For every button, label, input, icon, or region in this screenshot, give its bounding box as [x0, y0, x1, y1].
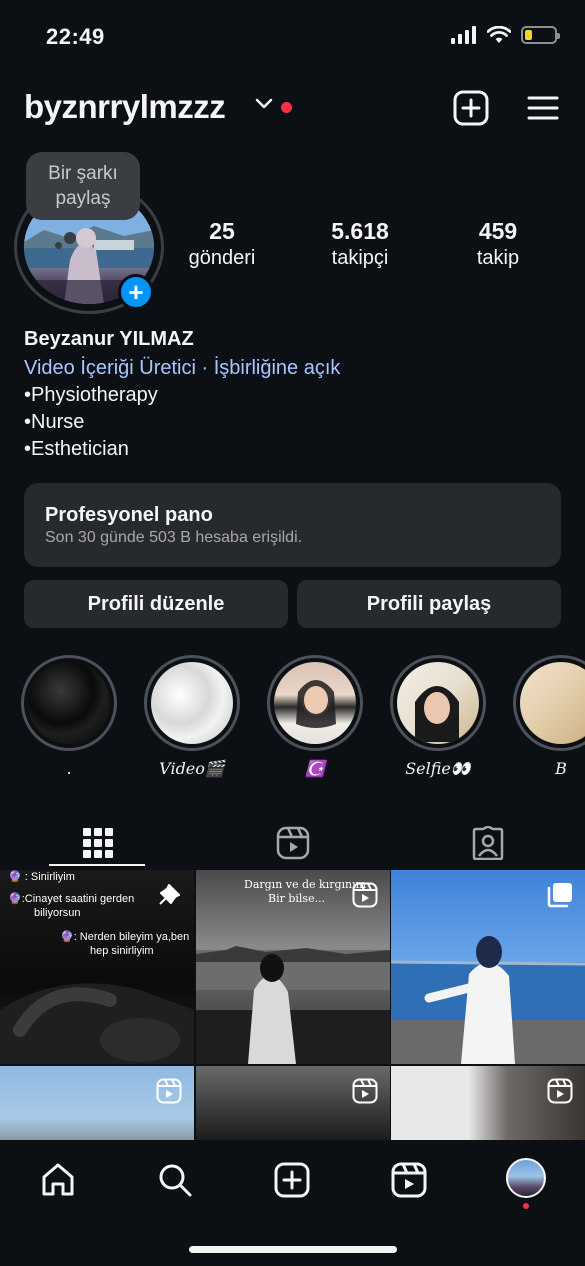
- add-story-button[interactable]: +: [118, 274, 154, 310]
- stat-posts-value: 25: [209, 218, 235, 244]
- stat-posts[interactable]: 25 gönderi: [162, 218, 282, 270]
- menu-button[interactable]: [523, 88, 563, 128]
- battery-level: [525, 30, 532, 40]
- highlight-cover: [397, 662, 479, 744]
- create-icon: [274, 1162, 310, 1198]
- reels-icon: [276, 826, 309, 860]
- post-thumbnail[interactable]: 🔮 : Sinirliyim 🔮:Cinayet saatini gerden …: [0, 870, 194, 1064]
- highlight-label: Selfie👀: [405, 759, 471, 778]
- note-line-1: Bir şarkı: [48, 163, 118, 184]
- reels-icon: [352, 882, 378, 908]
- stat-following-value: 459: [478, 218, 518, 244]
- post-caption: biliyorsun: [34, 907, 81, 919]
- note-tail: [64, 232, 76, 244]
- tab-reels[interactable]: [195, 816, 390, 870]
- stat-followers[interactable]: 5.618 takipçi: [300, 218, 420, 270]
- share-profile-button[interactable]: Profili paylaş: [297, 580, 561, 628]
- reels-icon: [352, 1078, 378, 1104]
- bio-line: •Physiotherapy: [24, 384, 158, 406]
- notification-dot: [281, 102, 292, 113]
- highlight-label: B: [555, 759, 567, 778]
- create-button[interactable]: [451, 88, 491, 128]
- post-caption: Dargın ve de kırgınım: [244, 878, 367, 891]
- highlight-cover: [520, 662, 585, 744]
- notification-dot: [523, 1203, 529, 1209]
- tab-tagged[interactable]: [390, 816, 585, 870]
- battery-icon: [521, 26, 560, 44]
- nav-profile-avatar[interactable]: [506, 1158, 546, 1198]
- highlight-photo: [296, 680, 336, 728]
- stat-posts-label: gönderi: [188, 247, 256, 269]
- bio-line: •Nurse: [24, 411, 85, 433]
- carousel-icon: [547, 883, 572, 908]
- highlight-ring: [267, 655, 363, 751]
- highlight-cover: [151, 662, 233, 744]
- highlight-cover: [274, 662, 356, 744]
- signal-icon: [451, 26, 476, 44]
- grid-icon: [82, 828, 113, 858]
- post-thumbnail[interactable]: [196, 1066, 390, 1140]
- stat-following-label: takip: [476, 247, 520, 269]
- post-caption: 🔮:Cinayet saatini gerden: [8, 893, 135, 905]
- stat-following[interactable]: 459 takip: [438, 218, 558, 270]
- stat-followers-label: takipçi: [331, 247, 389, 269]
- nav-create[interactable]: [270, 1158, 314, 1202]
- wifi-icon: [487, 26, 511, 43]
- tab-grid[interactable]: [0, 816, 195, 870]
- note-line-2: paylaş: [55, 188, 111, 209]
- post-thumbnail[interactable]: Dargın ve de kırgınım Bir bilse...: [196, 870, 390, 1064]
- note-bubble[interactable]: Bir şarkı paylaş: [26, 152, 140, 220]
- post-caption: 🔮 : Sinirliyim: [8, 871, 75, 883]
- post-caption: Bir bilse...: [268, 892, 326, 905]
- chevron-down-icon[interactable]: [255, 98, 273, 110]
- post-caption: hep sinirliyim: [90, 945, 154, 957]
- highlight-item[interactable]: .: [21, 655, 117, 778]
- profile-username[interactable]: byznrrylmzzz: [24, 88, 226, 126]
- menu-icon: [527, 96, 559, 120]
- dashboard-title: Profesyonel pano: [45, 504, 213, 526]
- nav-search[interactable]: [153, 1158, 197, 1202]
- nav-reels[interactable]: [387, 1158, 431, 1202]
- reels-icon: [547, 1078, 573, 1104]
- post-thumbnail[interactable]: [0, 1066, 194, 1140]
- highlight-item[interactable]: Video🎬: [144, 655, 240, 778]
- create-icon: [453, 90, 489, 126]
- bio-line: •Esthetician: [24, 438, 129, 460]
- post-caption: 🔮: Nerden bileyim ya,ben: [60, 931, 190, 943]
- highlight-ring: [21, 655, 117, 751]
- highlight-item[interactable]: ☪️: [267, 655, 363, 778]
- tagged-icon: [472, 826, 503, 860]
- highlight-ring: [390, 655, 486, 751]
- dashboard-subtitle: Son 30 günde 503 B hesaba erişildi.: [45, 529, 303, 546]
- home-icon: [42, 1163, 74, 1196]
- nav-home[interactable]: [36, 1158, 80, 1202]
- profile-name: Beyzanur YILMAZ: [24, 328, 194, 350]
- highlight-label: Video🎬: [159, 759, 225, 778]
- post-thumbnail[interactable]: [391, 1066, 585, 1140]
- stat-followers-value: 5.618: [331, 218, 389, 244]
- post-thumbnail[interactable]: [391, 870, 585, 1064]
- reels-icon: [391, 1162, 427, 1198]
- highlight-item[interactable]: Selfie👀: [390, 655, 486, 778]
- highlight-cover: [28, 662, 110, 744]
- status-time: 22:49: [46, 24, 105, 49]
- edit-profile-button[interactable]: Profili düzenle: [24, 580, 288, 628]
- home-indicator[interactable]: [189, 1246, 397, 1253]
- highlight-label: .: [66, 759, 72, 778]
- note-tail-small: [55, 242, 62, 249]
- highlight-ring: [144, 655, 240, 751]
- profile-category[interactable]: Video İçeriği Üretici · İşbirliğine açık: [24, 357, 340, 380]
- active-tab-indicator: [49, 864, 145, 866]
- highlight-photo: [415, 686, 459, 742]
- reels-icon: [156, 1078, 182, 1104]
- highlight-ring: [513, 655, 585, 751]
- status-icons: [451, 26, 560, 44]
- highlight-label: ☪️: [305, 759, 325, 778]
- highlight-item[interactable]: B: [513, 655, 585, 778]
- pin-icon: [159, 884, 180, 905]
- search-icon: [159, 1164, 192, 1197]
